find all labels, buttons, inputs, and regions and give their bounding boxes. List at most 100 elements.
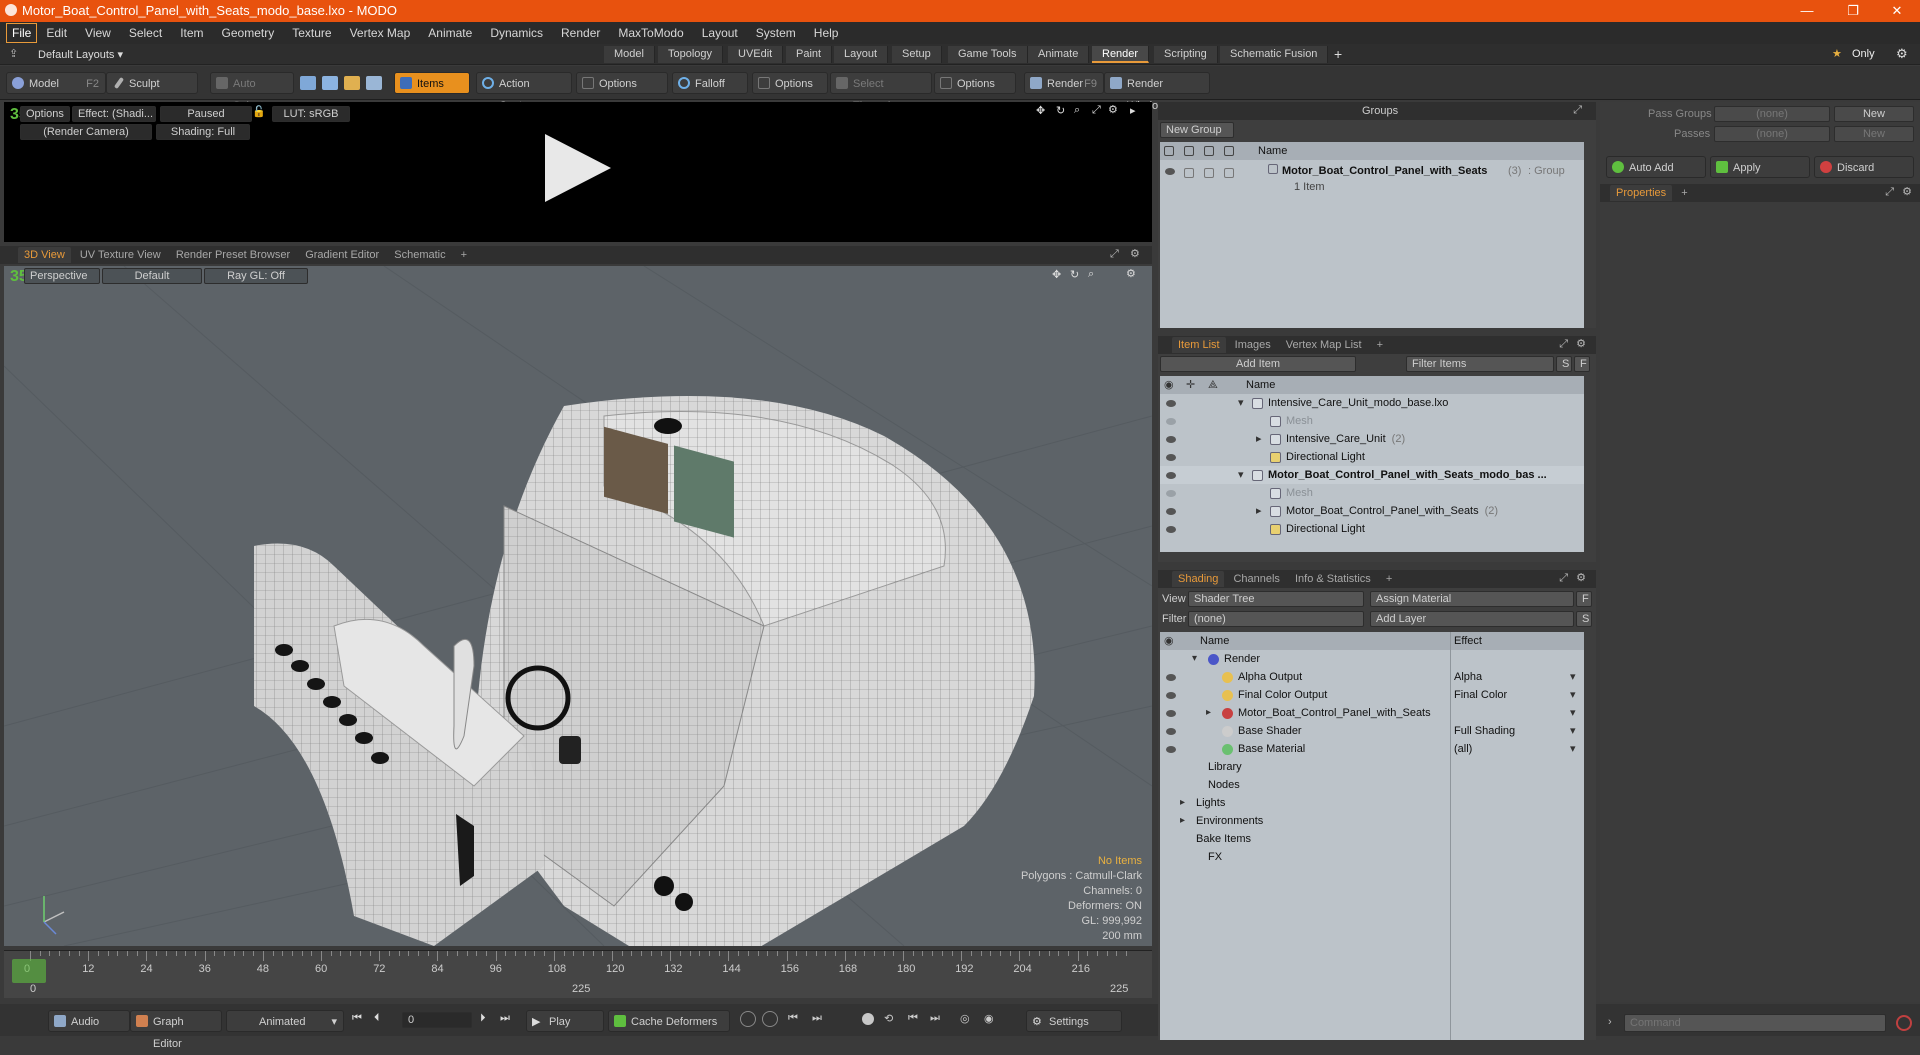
options-button-3[interactable]: Options [934, 72, 1016, 94]
maximize-icon[interactable]: ⤢ [1092, 104, 1101, 117]
eye-icon[interactable] [1166, 674, 1176, 681]
eye-icon[interactable] [1166, 472, 1176, 479]
select-through-button[interactable]: Select Through [830, 72, 932, 112]
list-item[interactable]: ▾ Motor_Boat_Control_Panel_with_Seats_mod… [1160, 466, 1584, 484]
discard-button[interactable]: Discard [1814, 156, 1914, 178]
stop-icon[interactable] [1896, 1015, 1912, 1031]
shader-row[interactable]: ▾ Render [1160, 650, 1584, 668]
skip-start-icon[interactable]: ⏮ [352, 1012, 362, 1025]
model-button[interactable]: Model F2 [6, 72, 106, 94]
shader-row-effect[interactable]: Alpha [1454, 668, 1482, 686]
eye-icon[interactable] [1165, 168, 1175, 175]
lock-column-icon[interactable]: ✛ [1186, 376, 1195, 394]
move-icon[interactable]: ✥ [1036, 104, 1045, 117]
tab-topology[interactable]: Topology [658, 46, 724, 63]
eye-icon[interactable] [1166, 418, 1176, 425]
render-toggle[interactable] [1184, 168, 1194, 178]
eye-column-icon[interactable]: ◉ [1164, 632, 1174, 650]
f-button[interactable]: F [1576, 591, 1592, 607]
material-select-icon[interactable] [366, 76, 382, 90]
eye-icon[interactable] [1166, 490, 1176, 497]
tab-scripting[interactable]: Scripting [1154, 46, 1218, 63]
menu-item[interactable]: Item [171, 22, 212, 44]
select-column-icon[interactable] [1224, 146, 1234, 156]
audio-scrub-icon[interactable]: ◉ [984, 1012, 994, 1025]
tab-render[interactable]: Render [1092, 46, 1150, 63]
zoom-icon[interactable]: ⌕ [1088, 268, 1094, 281]
chevron-down-icon[interactable]: ▾ [1570, 722, 1576, 740]
add-tab-icon[interactable]: + [1675, 185, 1693, 201]
eye-icon[interactable] [1166, 692, 1176, 699]
tab-animate[interactable]: Animate [1028, 46, 1090, 63]
tab-vertex-map-list[interactable]: Vertex Map List [1280, 337, 1368, 353]
menu-select[interactable]: Select [120, 22, 171, 44]
eye-icon[interactable] [1166, 508, 1176, 515]
options-button-2[interactable]: Options [752, 72, 828, 94]
list-item[interactable]: Mesh [1160, 412, 1584, 430]
shader-row[interactable]: Final Color Output Final Color ▾ [1160, 686, 1584, 704]
list-item[interactable]: ▸ Motor_Boat_Control_Panel_with_Seats (2) [1160, 502, 1584, 520]
pass-groups-dropdown[interactable]: (none) [1714, 106, 1830, 122]
shader-row[interactable]: Nodes [1160, 776, 1584, 794]
add-item-dropdown[interactable]: Add Item [1160, 356, 1356, 372]
gear-icon[interactable]: ⚙ [1126, 267, 1136, 280]
eye-icon[interactable] [1166, 526, 1176, 533]
lock-icon[interactable]: 🔓 [252, 105, 266, 118]
select-toggle[interactable] [1224, 168, 1234, 178]
eye-icon[interactable] [1166, 728, 1176, 735]
range-end-icon[interactable]: ⏭ [930, 1012, 940, 1025]
list-item[interactable]: Mesh [1160, 484, 1584, 502]
gear-icon[interactable]: ⚙ [1576, 337, 1586, 350]
zoom-icon[interactable]: ⌕ [1074, 104, 1080, 117]
render-button[interactable]: Render F9 [1024, 72, 1104, 94]
lock-toggle[interactable] [1204, 168, 1214, 178]
animated-dropdown[interactable]: Animated ▾ [226, 1010, 344, 1032]
menu-layout[interactable]: Layout [693, 22, 747, 44]
add-tab-icon[interactable]: + [1371, 337, 1389, 353]
default-dropdown[interactable]: Default [102, 268, 202, 284]
apply-button[interactable]: Apply [1710, 156, 1810, 178]
raygl-dropdown[interactable]: Ray GL: Off [204, 268, 308, 284]
chevron-down-icon[interactable]: ▾ [1570, 668, 1576, 686]
shader-row[interactable]: Base Material (all) ▾ [1160, 740, 1584, 758]
graph-editor-button[interactable]: Graph Editor [130, 1010, 222, 1050]
loop-icon[interactable]: ⟲ [884, 1012, 893, 1025]
lut-dropdown[interactable]: LUT: sRGB [272, 106, 350, 122]
eye-icon[interactable] [1166, 710, 1176, 717]
cache-deformers-button[interactable]: Cache Deformers [608, 1010, 730, 1032]
shader-row[interactable]: Alpha Output Alpha ▾ [1160, 668, 1584, 686]
camera-dropdown[interactable]: (Render Camera) [20, 124, 152, 140]
edge-select-icon[interactable] [322, 76, 338, 90]
list-item[interactable]: Directional Light [1160, 520, 1584, 538]
eye-icon[interactable] [1166, 436, 1176, 443]
tab-3d-view[interactable]: 3D View [18, 247, 71, 263]
refresh-icon[interactable]: ↻ [1056, 104, 1065, 117]
shader-row[interactable]: Library [1160, 758, 1584, 776]
tab-images[interactable]: Images [1229, 337, 1277, 353]
sculpt-button[interactable]: Sculpt [106, 72, 198, 94]
tab-paint[interactable]: Paint [786, 46, 833, 63]
tab-shading[interactable]: Shading [1172, 571, 1225, 587]
menu-edit[interactable]: Edit [37, 22, 76, 44]
render-window-button[interactable]: Render Window [1104, 72, 1210, 112]
eye-icon[interactable] [1166, 400, 1176, 407]
skip-end-icon[interactable]: ⏭ [500, 1012, 510, 1025]
settings-button[interactable]: ⚙ Settings [1026, 1010, 1122, 1032]
add-tab-icon[interactable]: + [1380, 571, 1398, 587]
play-icon[interactable] [545, 134, 611, 202]
move-icon[interactable]: ✥ [1052, 268, 1061, 281]
chevron-right-icon[interactable]: ▸ [1206, 704, 1211, 722]
effect-dropdown[interactable]: Effect: (Shadi... [72, 106, 156, 122]
menu-dynamics[interactable]: Dynamics [481, 22, 552, 44]
tab-model[interactable]: Model [604, 46, 655, 63]
layouts-icon[interactable]: ⇪ [9, 47, 18, 60]
shader-row[interactable]: ▸ Motor_Boat_Control_Panel_with_Seats ▾ [1160, 704, 1584, 722]
menu-view[interactable]: View [76, 22, 120, 44]
gear-icon[interactable]: ⚙ [1108, 103, 1118, 116]
frame-input[interactable]: 0 [402, 1012, 472, 1028]
shader-row[interactable]: ▸ Environments [1160, 812, 1584, 830]
chevron-down-icon[interactable]: ▾ [1570, 740, 1576, 758]
gear-icon[interactable]: ⚙ [1902, 185, 1912, 198]
filter-items-input[interactable]: Filter Items [1406, 356, 1554, 372]
tab-schematic[interactable]: Schematic [388, 247, 451, 263]
